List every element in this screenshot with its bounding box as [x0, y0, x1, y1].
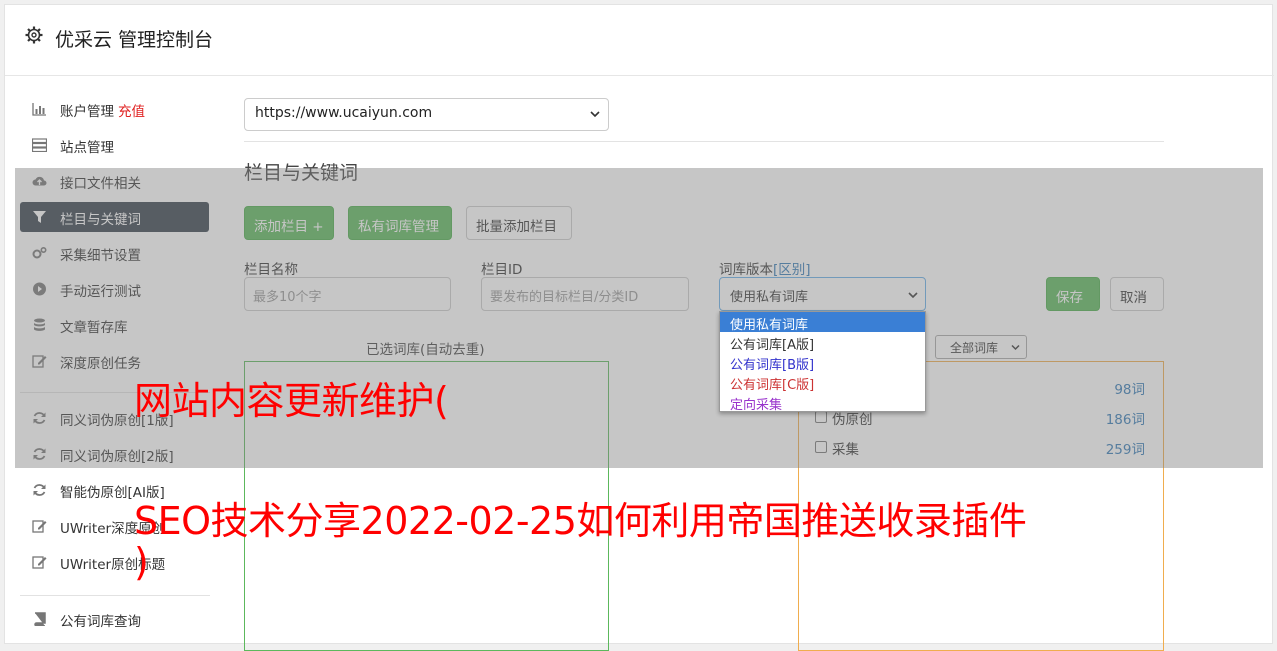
bar-chart-icon	[32, 103, 46, 116]
top-bar: 优采云 管理控制台	[5, 5, 1274, 76]
sidebar-item-public-lib-query[interactable]: 公有词库查询	[20, 604, 209, 634]
version-option[interactable]: 使用私有词库	[720, 312, 925, 333]
version-option[interactable]: 公有词库[B版]	[720, 352, 925, 373]
server-icon	[32, 138, 47, 152]
divider	[244, 141, 1164, 142]
sidebar-item-account[interactable]: 账户管理 充值	[20, 94, 209, 124]
version-option[interactable]: 定向采集	[720, 392, 925, 413]
watermark-line-3: )	[134, 540, 149, 584]
site-select[interactable]: https://www.ucaiyun.com	[244, 98, 609, 131]
sidebar-item-label: 账户管理	[60, 104, 114, 120]
sidebar-divider	[20, 595, 210, 596]
sidebar-item-uwriter-title[interactable]: UWriter原创标题	[20, 547, 209, 577]
edit-icon	[32, 556, 47, 569]
edit-icon	[32, 520, 47, 533]
book-icon	[34, 612, 46, 626]
chevron-down-icon	[590, 111, 600, 118]
version-dropdown: 使用私有词库 公有词库[A版] 公有词库[B版] 公有词库[C版] 定向采集	[719, 311, 926, 413]
gear-icon	[25, 26, 43, 44]
sidebar-item-sites[interactable]: 站点管理	[20, 130, 209, 160]
recharge-link[interactable]: 充值	[118, 104, 145, 120]
site-select-value: https://www.ucaiyun.com	[255, 105, 433, 121]
refresh-icon	[33, 484, 46, 496]
version-option[interactable]: 公有词库[A版]	[720, 332, 925, 353]
sidebar-item-label: 站点管理	[60, 140, 114, 156]
watermark-line-1: 网站内容更新维护(	[134, 379, 449, 423]
watermark-line-2: SEO技术分享2022-02-25如何利用帝国推送收录插件	[134, 499, 1027, 543]
sidebar-item-label: 公有词库查询	[60, 614, 141, 630]
sidebar-item-label: UWriter原创标题	[60, 557, 166, 573]
app-title: 优采云 管理控制台	[55, 29, 214, 51]
version-option[interactable]: 公有词库[C版]	[720, 372, 925, 393]
